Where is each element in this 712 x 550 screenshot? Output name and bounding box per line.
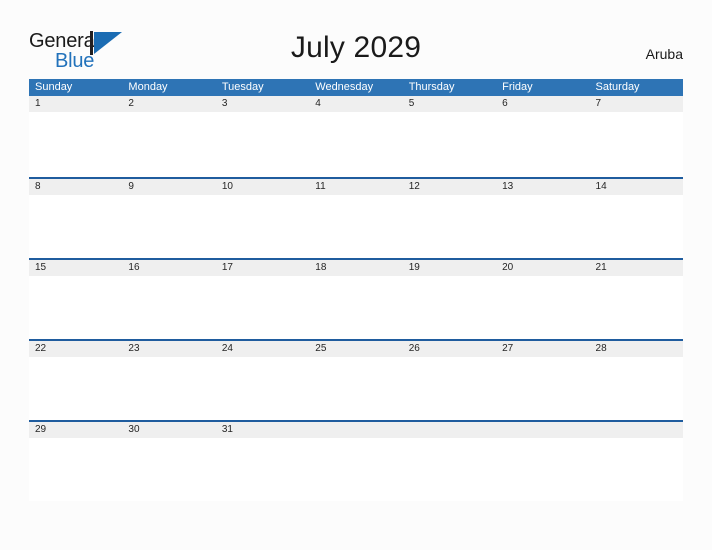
day-note-cell-empty	[590, 438, 683, 501]
day-note-cell[interactable]	[590, 276, 683, 339]
date-number[interactable]: 12	[403, 179, 496, 195]
day-note-cell[interactable]	[590, 112, 683, 177]
page-title: July 2029	[290, 31, 422, 64]
date-number[interactable]: 8	[29, 179, 122, 195]
date-number[interactable]: 4	[309, 96, 402, 112]
day-note-cell[interactable]	[216, 438, 309, 501]
date-number[interactable]: 26	[403, 341, 496, 357]
weekday-header-thursday: Thursday	[408, 81, 455, 93]
day-note-cell[interactable]	[216, 112, 309, 177]
date-number[interactable]: 7	[590, 96, 683, 112]
day-note-cell[interactable]	[496, 112, 589, 177]
date-number[interactable]: 13	[496, 179, 589, 195]
day-note-cell[interactable]	[122, 195, 215, 258]
day-note-cell[interactable]	[216, 195, 309, 258]
weekday-header-monday: Monday	[128, 81, 168, 93]
calendar-week-row: 29 30 31	[29, 420, 683, 501]
day-note-cell[interactable]	[29, 195, 122, 258]
date-number[interactable]: 17	[216, 260, 309, 276]
date-number[interactable]: 21	[590, 260, 683, 276]
date-number[interactable]: 25	[309, 341, 402, 357]
date-number[interactable]: 2	[122, 96, 215, 112]
day-note-cell[interactable]	[403, 195, 496, 258]
week-note-area	[29, 112, 683, 177]
weekday-header-friday: Friday	[502, 81, 533, 93]
weekday-header-saturday: Saturday	[595, 81, 640, 93]
date-number-empty	[309, 422, 402, 438]
calendar-grid: Sunday Monday Tuesday Wednesday Thursday…	[29, 79, 683, 501]
day-note-cell[interactable]	[403, 112, 496, 177]
day-note-cell[interactable]	[122, 357, 215, 420]
day-note-cell-empty	[403, 438, 496, 501]
calendar-week-row: 15 16 17 18 19 20 21	[29, 258, 683, 339]
date-number[interactable]: 1	[29, 96, 122, 112]
day-note-cell[interactable]	[29, 357, 122, 420]
day-note-cell[interactable]	[122, 112, 215, 177]
date-number[interactable]: 28	[590, 341, 683, 357]
date-number[interactable]: 27	[496, 341, 589, 357]
day-note-cell[interactable]	[309, 357, 402, 420]
day-note-cell[interactable]	[590, 195, 683, 258]
date-number-empty	[403, 422, 496, 438]
day-note-cell[interactable]	[309, 195, 402, 258]
date-number-empty	[496, 422, 589, 438]
date-number[interactable]: 11	[309, 179, 402, 195]
date-number[interactable]: 16	[122, 260, 215, 276]
day-note-cell[interactable]	[29, 112, 122, 177]
date-number[interactable]: 18	[309, 260, 402, 276]
calendar-week-row: 1 2 3 4 5 6 7	[29, 96, 683, 177]
weekday-header-tuesday: Tuesday	[221, 81, 264, 93]
weekday-header-sunday: Sunday	[35, 81, 73, 93]
week-date-band: 29 30 31	[29, 422, 683, 438]
weekday-header-row: Sunday Monday Tuesday Wednesday Thursday…	[29, 79, 683, 96]
week-date-band: 8 9 10 11 12 13 14	[29, 179, 683, 195]
date-number[interactable]: 5	[403, 96, 496, 112]
page-header: General Blue July 2029 Aruba	[0, 0, 712, 78]
day-note-cell[interactable]	[403, 357, 496, 420]
week-date-band: 22 23 24 25 26 27 28	[29, 341, 683, 357]
date-number[interactable]: 19	[403, 260, 496, 276]
date-number[interactable]: 20	[496, 260, 589, 276]
day-note-cell-empty	[309, 438, 402, 501]
week-date-band: 1 2 3 4 5 6 7	[29, 96, 683, 112]
day-note-cell[interactable]	[29, 276, 122, 339]
date-number[interactable]: 6	[496, 96, 589, 112]
week-note-area	[29, 438, 683, 501]
day-note-cell[interactable]	[496, 357, 589, 420]
day-note-cell[interactable]	[216, 276, 309, 339]
day-note-cell[interactable]	[122, 276, 215, 339]
date-number[interactable]: 31	[216, 422, 309, 438]
week-date-band: 15 16 17 18 19 20 21	[29, 260, 683, 276]
date-number[interactable]: 10	[216, 179, 309, 195]
calendar-week-row: 8 9 10 11 12 13 14	[29, 177, 683, 258]
day-note-cell[interactable]	[309, 276, 402, 339]
week-note-area	[29, 195, 683, 258]
date-number[interactable]: 14	[590, 179, 683, 195]
day-note-cell[interactable]	[122, 438, 215, 501]
date-number[interactable]: 22	[29, 341, 122, 357]
date-number[interactable]: 9	[122, 179, 215, 195]
week-note-area	[29, 357, 683, 420]
day-note-cell[interactable]	[496, 276, 589, 339]
day-note-cell-empty	[496, 438, 589, 501]
calendar-week-row: 22 23 24 25 26 27 28	[29, 339, 683, 420]
date-number[interactable]: 23	[122, 341, 215, 357]
date-number[interactable]: 3	[216, 96, 309, 112]
week-note-area	[29, 276, 683, 339]
date-number[interactable]: 15	[29, 260, 122, 276]
location-label: Aruba	[645, 46, 683, 62]
day-note-cell[interactable]	[496, 195, 589, 258]
date-number[interactable]: 24	[216, 341, 309, 357]
day-note-cell[interactable]	[590, 357, 683, 420]
day-note-cell[interactable]	[403, 276, 496, 339]
day-note-cell[interactable]	[309, 112, 402, 177]
day-note-cell[interactable]	[216, 357, 309, 420]
date-number[interactable]: 30	[122, 422, 215, 438]
date-number[interactable]: 29	[29, 422, 122, 438]
weekday-header-wednesday: Wednesday	[315, 81, 374, 93]
day-note-cell[interactable]	[29, 438, 122, 501]
date-number-empty	[590, 422, 683, 438]
